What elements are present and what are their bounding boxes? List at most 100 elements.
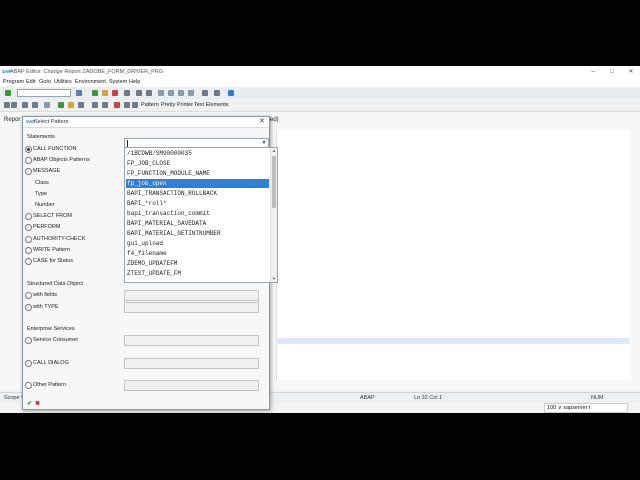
structured-data-header: Structured Data Object [27, 281, 83, 287]
first-page-icon[interactable] [158, 90, 164, 96]
command-field[interactable] [17, 89, 71, 97]
radio-authority-check[interactable] [25, 236, 32, 243]
radio-case-for-status[interactable] [25, 258, 32, 265]
current-line-highlight [276, 338, 630, 344]
minimize-button[interactable]: – [586, 67, 600, 77]
radio-with-fields[interactable] [25, 292, 32, 299]
radio-write-pattern[interactable] [25, 247, 32, 254]
label-class: Class [35, 180, 49, 186]
label-select-from: SELECT FROM [33, 213, 73, 219]
function-suggestion-list[interactable]: /1BCDWB/SM90000035 FP_JOB_CLOSE FP_FUNCTIO… [124, 147, 278, 283]
label-other-pattern: Other Pattern [33, 382, 67, 388]
scroll-down-icon[interactable]: ▼ [271, 276, 277, 282]
test-icon[interactable] [78, 102, 84, 108]
call-dialog-input[interactable] [124, 358, 259, 369]
next-page-icon[interactable] [178, 90, 184, 96]
list-item[interactable]: FP_FUNCTION_MODULE_NAME [126, 169, 269, 178]
back-icon[interactable] [92, 90, 98, 96]
radio-with-type[interactable] [25, 304, 32, 311]
shortcut-icon[interactable] [214, 90, 220, 96]
close-window-button[interactable]: ✕ [624, 67, 638, 77]
radio-other-pattern[interactable] [25, 382, 32, 389]
list-item[interactable]: BAPI_TRANSACTION_ROLLBACK [126, 189, 269, 198]
help-icon[interactable] [228, 90, 234, 96]
list-item[interactable]: FP_JOB_CLOSE [126, 159, 269, 168]
enter-icon[interactable] [5, 90, 11, 96]
other-pattern-input[interactable] [124, 380, 259, 391]
radio-service-consumer[interactable] [25, 337, 32, 344]
list-item[interactable]: /1BCDWB/SM90000035 [126, 149, 269, 158]
menu-edit[interactable]: Edit [26, 79, 35, 85]
menu-program[interactable]: Program [3, 79, 24, 85]
save-icon[interactable] [76, 90, 82, 96]
new-session-icon[interactable] [202, 90, 208, 96]
enterprise-services-header: Enterprise Services [27, 326, 75, 332]
with-type-input[interactable] [124, 302, 259, 313]
navigation-icon[interactable] [124, 102, 130, 108]
other-object-icon[interactable] [44, 102, 50, 108]
cancel-icon[interactable]: ✖ [35, 400, 40, 407]
list-item[interactable]: BAPI_*roll* [126, 199, 269, 208]
list-item[interactable]: gui_upload [126, 239, 269, 248]
close-icon[interactable]: ✕ [259, 117, 265, 125]
menu-utilities[interactable]: Utilities [54, 79, 72, 85]
list-item[interactable]: BAPI_MATERIAL_GETINTNUMBER [126, 229, 269, 238]
object-list-icon[interactable] [102, 102, 108, 108]
menu-environment[interactable]: Environment [75, 79, 106, 85]
breakpoint-icon[interactable] [114, 102, 120, 108]
service-consumer-input[interactable] [124, 335, 259, 346]
window-title: ABAP Editor: Change Report ZADOBE_FORM_D… [10, 69, 164, 75]
dialog-title-bar: SAP Select Pattern ✕ [23, 117, 269, 128]
pattern-button[interactable]: Pattern [141, 102, 159, 108]
label-abap-objects-patterns: ABAP Objects Patterns [33, 157, 90, 163]
display-change-icon[interactable] [22, 102, 28, 108]
radio-perform[interactable] [25, 224, 32, 231]
radio-call-function[interactable] [25, 146, 32, 153]
status-language: ABAP [360, 395, 375, 401]
where-used-icon[interactable] [92, 102, 98, 108]
list-item[interactable]: f4_filename [126, 249, 269, 258]
label-call-dialog: CALL DIALOG [33, 360, 69, 366]
find-icon[interactable] [136, 90, 142, 96]
radio-abap-objects-patterns[interactable] [25, 157, 32, 164]
list-item[interactable]: ZDEMO_UPDATEFM [126, 259, 269, 268]
pretty-printer-button[interactable]: Pretty Printer [161, 102, 193, 108]
exit-icon[interactable] [102, 90, 108, 96]
cancel-icon[interactable] [112, 90, 118, 96]
scroll-up-icon[interactable]: ▲ [271, 148, 277, 154]
menu-goto[interactable]: Goto [39, 79, 51, 85]
last-page-icon[interactable] [188, 90, 194, 96]
scroll-thumb[interactable] [272, 156, 276, 208]
menu-system[interactable]: System [109, 79, 127, 85]
status-position: Ln 32 Col 1 [414, 395, 443, 401]
check-icon[interactable] [58, 102, 64, 108]
menu-help[interactable]: Help [129, 79, 140, 85]
application-toolbar: Pattern Pretty Printer Text Elements [0, 99, 640, 112]
maximize-button[interactable]: □ [605, 67, 619, 77]
with-fields-input[interactable] [124, 290, 259, 301]
confirm-icon[interactable]: ✔ [27, 400, 32, 407]
list-item[interactable]: ZTEST_UPDATE_FM [126, 269, 269, 278]
label-call-function: CALL FUNCTION [33, 146, 77, 152]
statements-header: Statements [27, 134, 55, 140]
radio-select-from[interactable] [25, 213, 32, 220]
list-scrollbar[interactable]: ▲ ▼ [270, 148, 277, 282]
system-info-field[interactable]: 100 ∨ sapserver I [544, 403, 628, 413]
active-inactive-icon[interactable] [32, 102, 38, 108]
activate-icon[interactable] [68, 102, 74, 108]
previous-page-icon[interactable] [168, 90, 174, 96]
list-item[interactable]: fp_job_open [126, 179, 269, 188]
label-message: MESSAGE [33, 168, 61, 174]
list-item[interactable]: bapi_transaction_commit [126, 209, 269, 218]
find-next-icon[interactable] [146, 90, 152, 96]
back-arrow-icon[interactable] [4, 102, 10, 108]
info-icon[interactable] [132, 102, 138, 108]
forward-arrow-icon[interactable] [11, 102, 17, 108]
radio-call-dialog[interactable] [25, 360, 32, 367]
print-icon[interactable] [124, 90, 130, 96]
label-authority-check: AUTHORITY-CHECK [33, 236, 86, 242]
list-item[interactable]: BAPI_MATERIAL_SAVEDATA [126, 219, 269, 228]
status-num: NUM [591, 395, 604, 401]
radio-message[interactable] [25, 168, 32, 175]
text-elements-button[interactable]: Text Elements [194, 102, 229, 108]
